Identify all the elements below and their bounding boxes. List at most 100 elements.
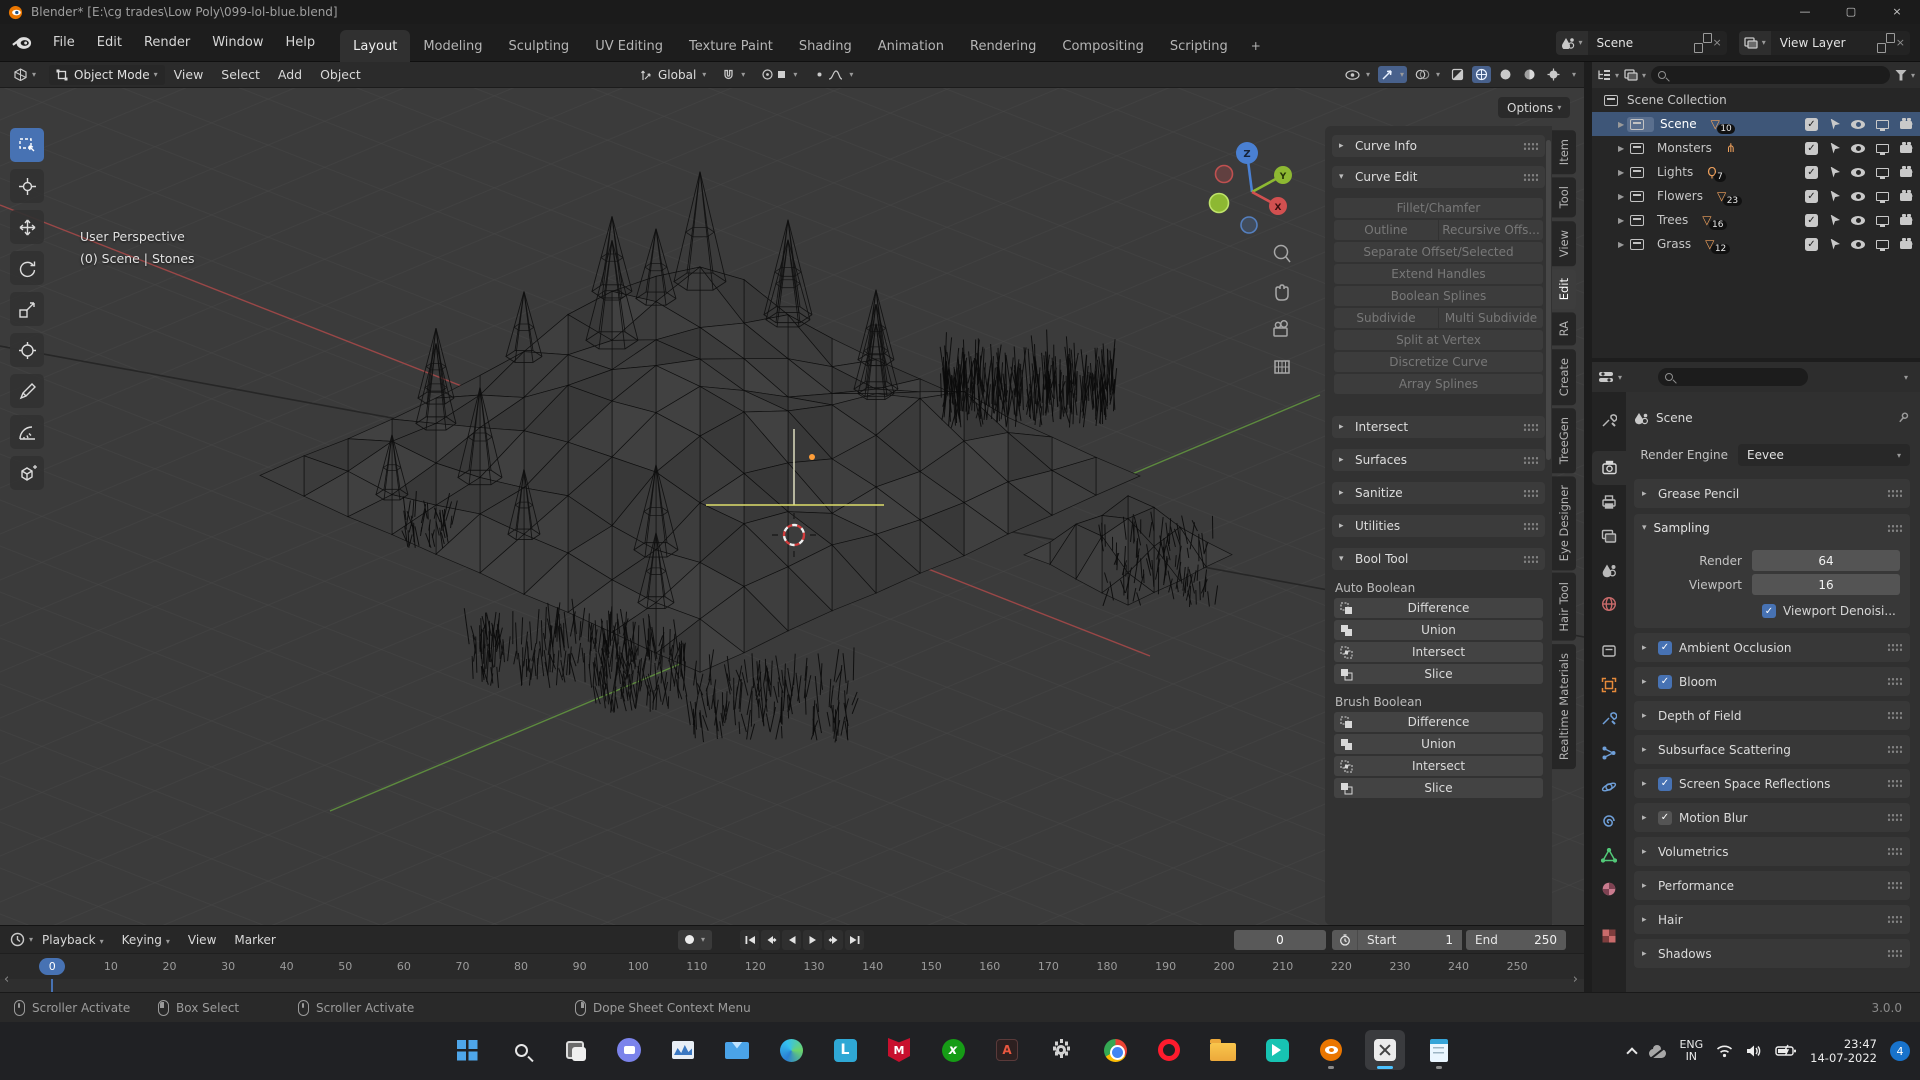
timeline-editor-type-button[interactable]: ▾ [10, 932, 33, 947]
panel-grease-pencil[interactable]: ▸ Grease Pencil [1634, 479, 1910, 508]
onedrive-cloud-icon[interactable] [1649, 1044, 1667, 1058]
properties-panel-header[interactable]: ▸ ✓ Ambient Occlusion [1634, 633, 1910, 662]
selectable-icon[interactable] [1830, 190, 1840, 202]
search-button[interactable] [501, 1030, 541, 1070]
topbar-menu[interactable]: Render [133, 24, 201, 62]
hide-eye-icon[interactable] [1851, 143, 1865, 153]
brush-difference-button[interactable]: Difference [1334, 712, 1543, 732]
hide-eye-icon[interactable] [1851, 215, 1865, 225]
brush-union-button[interactable]: Union [1334, 734, 1543, 754]
edge-button[interactable] [771, 1030, 811, 1070]
tab-world[interactable] [1592, 587, 1626, 621]
outliner-display-mode-dropdown[interactable]: ▾ [1597, 69, 1619, 81]
disable-render-icon[interactable] [1900, 118, 1913, 129]
view-menu[interactable]: View [179, 933, 225, 947]
clock[interactable]: 23:47 14-07-2022 [1810, 1037, 1877, 1065]
timeline-track-area[interactable] [0, 979, 1584, 993]
render-engine-dropdown[interactable]: Eevee ▾ [1738, 444, 1910, 466]
xray-toggle[interactable] [1448, 66, 1467, 83]
transform-tool[interactable] [10, 333, 44, 367]
split-at-vertex-button[interactable]: Split at Vertex [1334, 330, 1543, 350]
maximize-button[interactable]: ▢ [1828, 0, 1874, 24]
npanel-tab[interactable]: Tool [1552, 177, 1576, 218]
drag-grip-icon[interactable] [1887, 711, 1902, 720]
panel-bool-tool[interactable]: ▾ Bool Tool [1332, 548, 1545, 570]
properties-panel-header[interactable]: ▸ ✓ Motion Blur [1634, 803, 1910, 832]
exclude-checkbox[interactable]: ✓ [1805, 237, 1818, 251]
volume-icon[interactable] [1746, 1044, 1762, 1058]
scene-selector[interactable]: ▾ Scene × [1555, 30, 1727, 55]
panel-curve-edit[interactable]: ▾ Curve Edit [1332, 166, 1545, 188]
shading-dropdown[interactable]: ▾ [1572, 70, 1576, 79]
tab-output[interactable] [1592, 485, 1626, 519]
outliner-row[interactable]: ▶ Flowers 23 ✓ [1592, 184, 1920, 208]
npanel-tab[interactable]: RA [1552, 312, 1576, 346]
timeline-left-chevron[interactable]: ‹ [4, 972, 9, 987]
npanel-tab[interactable]: View [1552, 220, 1576, 266]
cursor-tool[interactable] [10, 169, 44, 203]
shading-solid-button[interactable] [1496, 66, 1515, 83]
workspace-tab[interactable]: Rendering [957, 30, 1049, 62]
disable-render-icon[interactable] [1900, 142, 1913, 153]
blender-menu-icon[interactable] [12, 36, 32, 50]
add-cube-tool[interactable] [10, 456, 44, 490]
tab-scene[interactable] [1592, 553, 1626, 587]
fillet-chamfer-button[interactable]: Fillet/Chamfer [1334, 198, 1543, 218]
tray-expand-chevron-icon[interactable] [1626, 1047, 1639, 1059]
panel-checkbox[interactable]: ✓ [1658, 640, 1672, 655]
properties-panel-header[interactable]: ▸ ✓ Subsurface Scattering [1634, 735, 1910, 764]
panel-checkbox[interactable]: ✓ [1658, 674, 1672, 689]
exclude-checkbox[interactable]: ✓ [1805, 189, 1818, 203]
boolean-splines-button[interactable]: Boolean Splines [1334, 286, 1543, 306]
auto-keying-button[interactable]: ▾ [678, 929, 713, 950]
chrome-button[interactable] [1095, 1030, 1135, 1070]
hide-eye-icon[interactable] [1851, 191, 1865, 201]
proportional-editing-dropdown[interactable]: ▾ [810, 66, 856, 83]
drag-grip-icon[interactable] [1887, 489, 1902, 498]
properties-panel-header[interactable]: ▸ ✓ Shadows [1634, 939, 1910, 968]
visibility-dropdown[interactable]: ▾ [1342, 68, 1373, 82]
annotate-tool[interactable] [10, 374, 44, 408]
drag-grip-icon[interactable] [1523, 554, 1538, 564]
outliner-row[interactable]: ▶ Monsters ✓ [1592, 136, 1920, 160]
exclude-checkbox[interactable]: ✓ [1805, 117, 1818, 131]
workspace-tab[interactable]: Shading [786, 30, 865, 62]
drag-grip-icon[interactable] [1523, 521, 1538, 531]
expand-icon[interactable]: ▶ [1618, 168, 1630, 177]
properties-panel-header[interactable]: ▸ ✓ Hair [1634, 905, 1910, 934]
workspace-tab[interactable]: Compositing [1049, 30, 1157, 62]
move-tool[interactable] [10, 210, 44, 244]
workspace-tab[interactable]: Texture Paint [676, 30, 786, 62]
topbar-menu[interactable]: Edit [86, 24, 133, 62]
settings-button[interactable] [1041, 1030, 1081, 1070]
outline-button[interactable]: Outline [1334, 220, 1438, 240]
workspace-tab[interactable]: Animation [865, 30, 957, 62]
outliner-filter-dropdown[interactable]: ▾ [1894, 69, 1915, 81]
multi-subdivide-button[interactable]: Multi Subdivide [1439, 308, 1543, 328]
previous-keyframe-button[interactable] [761, 929, 780, 950]
viewport-menu[interactable]: Select [212, 67, 269, 82]
adobe-button[interactable]: A [987, 1030, 1027, 1070]
keying-menu[interactable]: Keying ▾ [113, 933, 179, 947]
hide-eye-icon[interactable] [1851, 119, 1865, 129]
task-manager-button[interactable] [663, 1030, 703, 1070]
separate-offset-button[interactable]: Separate Offset/Selected [1334, 242, 1543, 262]
jump-to-end-button[interactable] [845, 929, 864, 950]
gizmo-z-neg[interactable] [1240, 216, 1258, 234]
overlays-dropdown[interactable]: ▾ [1412, 67, 1443, 82]
file-explorer-button[interactable] [1203, 1030, 1243, 1070]
show-gizmo-toggle[interactable]: ▾ [1377, 66, 1407, 83]
npanel-tab[interactable]: Item [1552, 130, 1576, 175]
playback-menu[interactable]: Playback ▾ [33, 933, 113, 947]
expand-icon[interactable]: ▶ [1618, 216, 1630, 225]
properties-panel-header[interactable]: ▸ ✓ Depth of Field [1634, 701, 1910, 730]
sampling-header[interactable]: ▾ Sampling [1634, 514, 1910, 542]
tab-tool[interactable] [1592, 404, 1626, 438]
current-frame-field[interactable]: 0 [1234, 929, 1326, 950]
npanel-tab[interactable]: Create [1552, 348, 1576, 405]
opera-button[interactable] [1149, 1030, 1189, 1070]
frame-end-field[interactable]: End 250 [1466, 929, 1566, 950]
topbar-menu[interactable]: Window [201, 24, 274, 62]
disable-render-icon[interactable] [1900, 166, 1913, 177]
drag-grip-icon[interactable] [1887, 523, 1902, 533]
